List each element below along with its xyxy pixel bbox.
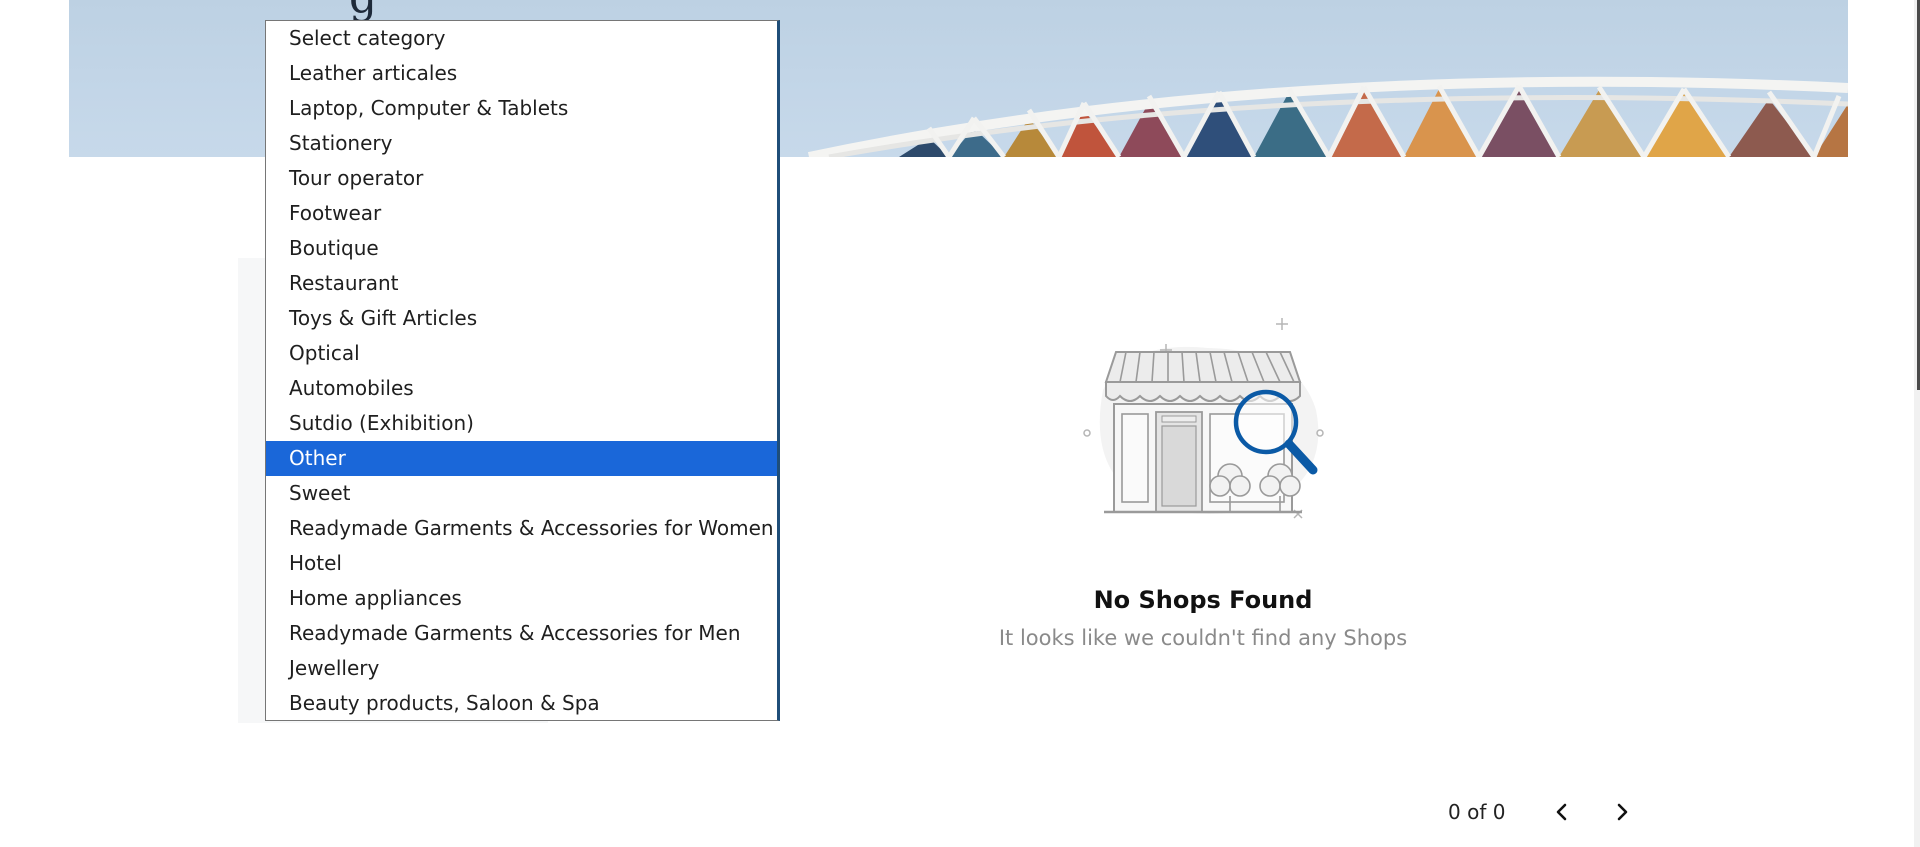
- category-option[interactable]: Toys & Gift Articles: [266, 301, 777, 336]
- category-option[interactable]: Optical: [266, 336, 777, 371]
- shop-search-icon: [1083, 318, 1324, 519]
- category-option[interactable]: Sweet: [266, 476, 777, 511]
- category-option[interactable]: Sutdio (Exhibition): [266, 406, 777, 441]
- empty-state: No Shops Found It looks like we couldn't…: [950, 300, 1456, 650]
- category-dropdown-list[interactable]: Select category Leather articales Laptop…: [265, 20, 780, 721]
- category-option-selected[interactable]: Other: [266, 441, 777, 476]
- next-page-button[interactable]: [1605, 795, 1639, 829]
- category-option[interactable]: Automobiles: [266, 371, 777, 406]
- category-option[interactable]: Boutique: [266, 231, 777, 266]
- category-option[interactable]: Laptop, Computer & Tablets: [266, 91, 777, 126]
- category-option[interactable]: Footwear: [266, 196, 777, 231]
- category-option[interactable]: Home appliances: [266, 581, 777, 616]
- page-count-label: 0 of 0: [1448, 800, 1506, 824]
- empty-state-title: No Shops Found: [1093, 586, 1313, 614]
- category-option[interactable]: Select category: [266, 21, 777, 56]
- category-option[interactable]: Readymade Garments & Accessories for Wom…: [266, 511, 777, 546]
- category-option[interactable]: Hotel: [266, 546, 777, 581]
- category-option[interactable]: Leather articales: [266, 56, 777, 91]
- chevron-left-icon: [1557, 803, 1567, 821]
- category-option[interactable]: Beauty products, Saloon & Spa: [266, 686, 777, 720]
- previous-page-button[interactable]: [1545, 795, 1579, 829]
- empty-state-subtitle: It looks like we couldn't find any Shops: [998, 626, 1408, 650]
- category-option[interactable]: Restaurant: [266, 266, 777, 301]
- category-option[interactable]: Stationery: [266, 126, 777, 161]
- pagination: 0 of 0: [1448, 795, 1665, 829]
- chevron-right-icon: [1618, 803, 1628, 821]
- category-option[interactable]: Jewellery: [266, 651, 777, 686]
- page-scrollbar[interactable]: [1914, 0, 1920, 847]
- category-option[interactable]: Tour operator: [266, 161, 777, 196]
- category-option[interactable]: Readymade Garments & Accessories for Men: [266, 616, 777, 651]
